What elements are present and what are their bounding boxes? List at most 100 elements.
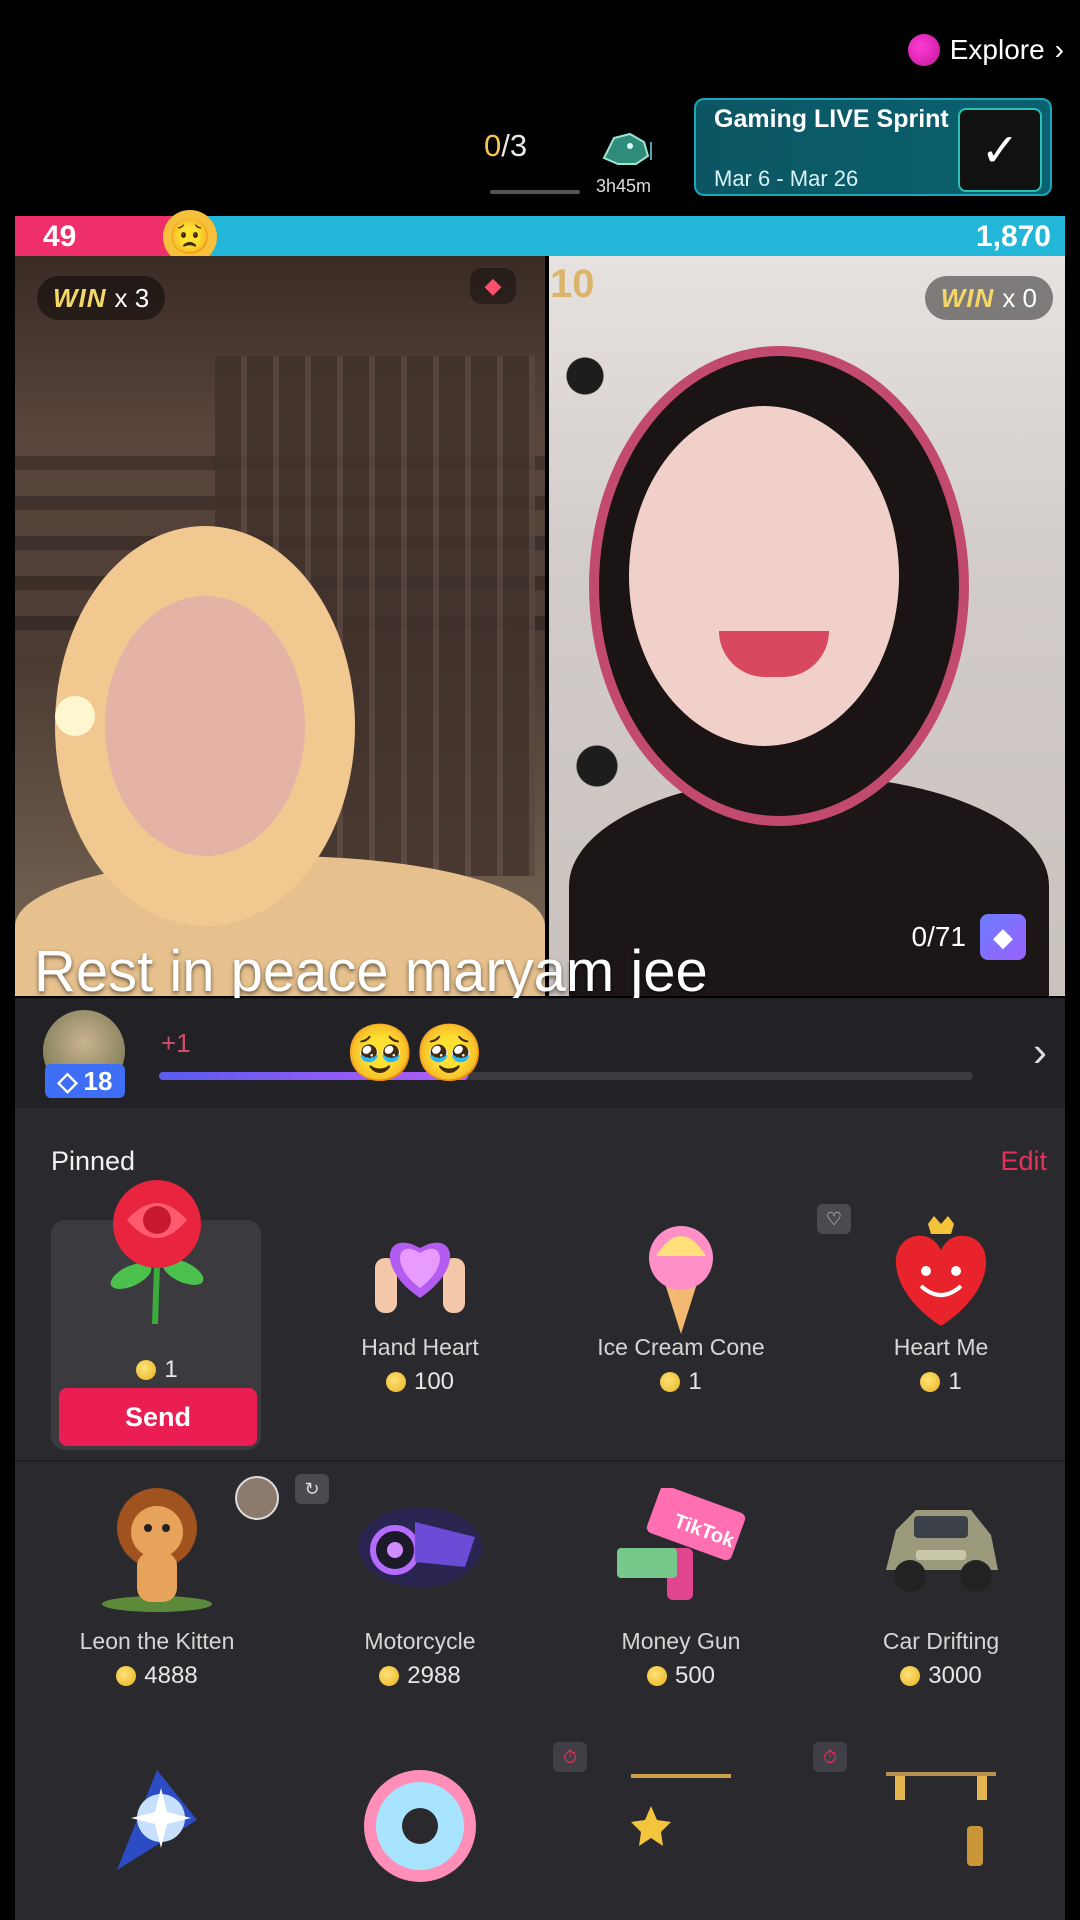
gift-ice-cream-cone[interactable]: Ice Cream Cone 1 (551, 1216, 811, 1428)
gift-name: Leon the Kitten (79, 1628, 235, 1654)
coin-icon (116, 1666, 137, 1686)
gift-price: 1 (551, 1368, 811, 1396)
video-caption: Rest in peace maryam jee (34, 939, 708, 1004)
gift-leon-the-kitten[interactable]: Leon the Kitten 4888 (27, 1482, 287, 1702)
gift-galaxy[interactable] (27, 1760, 287, 1910)
gift-price: 100 (290, 1368, 550, 1396)
gift-panel: ◇ 18 +1 🥹🥹 › Pinned Edit 1 Send Hand Hea… (15, 998, 1065, 1920)
wolf-icon[interactable] (600, 128, 652, 170)
coin-icon (900, 1666, 921, 1686)
gem-icon: ◆ (980, 914, 1026, 960)
gift-price-value: 1 (164, 1356, 178, 1383)
level-badge: ◇ 18 (45, 1064, 125, 1098)
win-progress-underline (490, 190, 580, 194)
galaxy-icon (117, 1770, 197, 1870)
person-right-face (629, 406, 899, 746)
coin-icon (646, 1666, 667, 1686)
gifter-level-row[interactable]: ◇ 18 +1 🥹🥹 › (15, 998, 1065, 1108)
coin-icon (660, 1372, 681, 1392)
gift-price-value: 500 (674, 1662, 716, 1689)
crescent-lantern-icon (886, 1772, 996, 1876)
explore-icon (907, 34, 940, 66)
win-progress-total: /3 (501, 128, 528, 163)
gift-car-drifting[interactable]: Car Drifting 3000 (811, 1490, 1071, 1702)
win-badge-right: WIN x 0 (924, 276, 1053, 320)
gift-price: 1 (27, 1356, 287, 1384)
gift-price-value: 1 (688, 1368, 702, 1395)
doughnut-icon (364, 1770, 476, 1882)
gift-price: 4888 (27, 1662, 287, 1690)
divider (15, 1460, 1065, 1462)
gift-price-value: 1 (948, 1368, 962, 1395)
lion-icon (102, 1488, 212, 1612)
gift-price: 500 (551, 1662, 811, 1690)
coin-icon (379, 1666, 400, 1686)
coin-icon (385, 1372, 406, 1392)
host-video-right[interactable]: WIN x 0 (549, 256, 1065, 996)
gift-name: Car Drifting (882, 1628, 1000, 1654)
win-value-right: x 0 (1002, 282, 1037, 313)
diamond-icon: ◇ (57, 1065, 78, 1096)
gift-price-value: 4888 (144, 1662, 198, 1689)
heart-me-icon (895, 1216, 987, 1326)
chevron-right-icon[interactable]: › (1033, 1028, 1047, 1076)
gift-price-value: 2988 (407, 1662, 461, 1689)
gift-crescent-lantern[interactable] (811, 1766, 1071, 1906)
timer-text: 3h45m (596, 176, 652, 196)
money-gun-icon: TikTok (617, 1488, 746, 1600)
gift-hand-heart[interactable]: Hand Heart 100 (290, 1208, 550, 1428)
gift-doughnut[interactable] (290, 1766, 550, 1906)
chevron-right-icon: › (1054, 34, 1064, 65)
pinned-label: Pinned (51, 1146, 136, 1176)
edit-button[interactable]: Edit (1000, 1146, 1047, 1177)
flower-icon (55, 696, 95, 736)
hand-heart-icon (375, 1242, 465, 1313)
rose-icon (110, 1180, 204, 1325)
faded-number: 10 (550, 262, 595, 306)
gem-counter[interactable]: 0/71 ◆ (911, 914, 1026, 960)
gift-name: Heart Me (893, 1334, 989, 1360)
gaming-live-sprint-banner[interactable]: Gaming LIVE Sprint Mar 6 - Mar 26 ✓ (694, 98, 1052, 196)
gift-price-value: 3000 (928, 1662, 982, 1689)
gift-name: Money Gun (621, 1628, 741, 1654)
win-label-right: WIN (940, 282, 995, 313)
explore-label: Explore (949, 34, 1045, 65)
gift-price-value: 100 (413, 1368, 455, 1395)
gift-name: Motorcycle (364, 1628, 476, 1654)
win-progress: 0/3 (484, 128, 527, 164)
sprint-dates: Mar 6 - Mar 26 (714, 166, 859, 191)
gift-price: 1 (811, 1368, 1071, 1396)
gift-name: Hand Heart (361, 1334, 479, 1360)
win-badge-left: WIN x 3 (37, 276, 166, 320)
gem-counter-text: 0/71 (911, 921, 967, 952)
crescent-chain-icon (631, 1774, 731, 1876)
level-plus: +1 (161, 1028, 191, 1058)
battle-score-bar: 49 1,870 😟 (15, 210, 1065, 264)
gift-price: 2988 (290, 1662, 550, 1690)
level-progress-track (159, 1072, 973, 1080)
explore-button[interactable]: Explore › (907, 34, 1064, 66)
pleading-face-emojis: 🥹🥹 (345, 1021, 485, 1084)
send-button[interactable]: Send (59, 1388, 257, 1446)
gift-name: Ice Cream Cone (597, 1334, 765, 1360)
checkmark-badge-icon: ✓ (958, 108, 1042, 192)
battle-link-icon: ◆ (470, 268, 516, 304)
gift-crescent-chain[interactable] (551, 1766, 811, 1906)
win-label-left: WIN (53, 282, 107, 313)
gift-motorcycle[interactable]: Motorcycle 2988 (290, 1492, 550, 1702)
level-number: 18 (83, 1065, 113, 1096)
sprint-title: Gaming LIVE Sprint (714, 105, 949, 133)
host-video-left[interactable]: WIN x 3 (15, 256, 545, 996)
coin-icon (136, 1360, 157, 1380)
score-right: 1,870 (975, 220, 1051, 253)
win-progress-done: 0 (484, 128, 502, 163)
gift-price: 3000 (811, 1662, 1071, 1690)
ice-cream-icon (649, 1226, 713, 1334)
car-icon (886, 1510, 998, 1592)
motorcycle-icon (358, 1507, 482, 1587)
win-value-left: x 3 (114, 282, 150, 313)
coin-icon (920, 1372, 941, 1392)
gift-heart-me[interactable]: Heart Me 1 (811, 1216, 1071, 1428)
score-left: 49 (43, 220, 77, 253)
gift-money-gun[interactable]: TikTok Money Gun 500 (551, 1488, 811, 1702)
